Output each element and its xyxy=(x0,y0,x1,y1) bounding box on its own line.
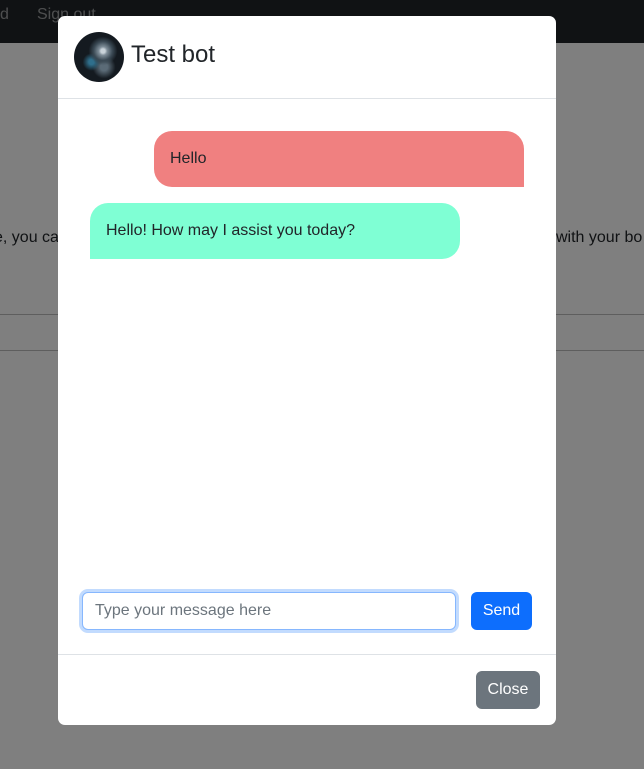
chat-body: Hello Hello! How may I assist you today?… xyxy=(58,99,556,654)
message-text: Hello xyxy=(170,150,207,167)
send-button[interactable]: Send xyxy=(471,592,532,630)
message-text: Hello! How may I assist you today? xyxy=(106,222,355,239)
message-input[interactable] xyxy=(82,592,456,630)
chat-modal: Test bot Hello Hello! How may I assist y… xyxy=(58,16,556,725)
close-button[interactable]: Close xyxy=(476,671,540,709)
modal-title: Test bot xyxy=(131,41,216,68)
modal-header: Test bot xyxy=(58,16,556,99)
bot-message: Hello! How may I assist you today? xyxy=(90,203,460,259)
user-message: Hello xyxy=(154,131,524,187)
bot-avatar xyxy=(74,32,124,82)
modal-footer: Close xyxy=(58,654,556,725)
